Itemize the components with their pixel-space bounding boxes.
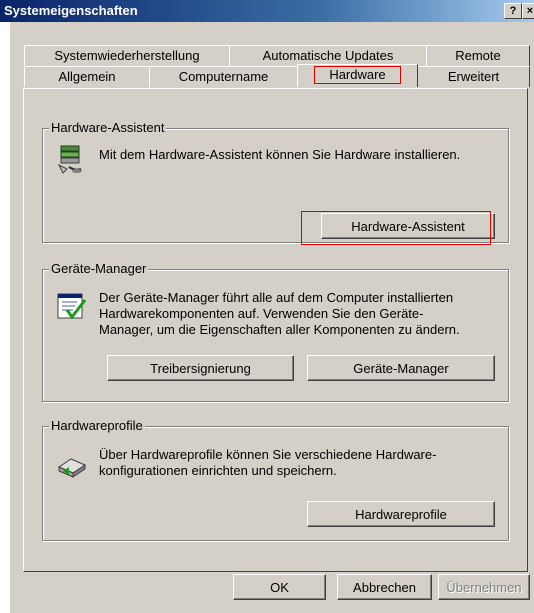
device-manager-icon [57, 293, 87, 320]
device-manager-group: Geräte-Manager Der Geräte-Manager führt … [42, 261, 509, 402]
tab-automatische-updates[interactable]: Automatische Updates [229, 45, 427, 66]
hardware-wizard-description: Mit dem Hardware-Assistent können Sie Ha… [99, 147, 461, 162]
title-bar: Systemeigenschaften ? × [0, 0, 534, 22]
hardware-wizard-highlight [301, 211, 491, 245]
driver-signing-button[interactable]: Treibersignierung [107, 355, 294, 381]
device-manager-line-2: Hardwarekomponenten auf. Verwenden Sie d… [99, 306, 424, 321]
hardware-profiles-group-title: Hardwareprofile [49, 418, 145, 433]
tab-systemwiederherstellung[interactable]: Systemwiederherstellung [24, 45, 230, 66]
tab-hardware-label: Hardware [314, 66, 401, 84]
dialog-body: Systemwiederherstellung Automatische Upd… [10, 22, 534, 613]
window-title: Systemeigenschaften [4, 3, 138, 18]
tab-allgemein[interactable]: Allgemein [24, 66, 150, 87]
device-manager-line-3: Manager, um die Eigenschaften aller Komp… [99, 322, 460, 337]
hardware-tab-panel: Hardware-Assistent Mit dem Hardware-Assi… [23, 88, 528, 572]
hardware-profiles-button[interactable]: Hardwareprofile [307, 501, 495, 527]
device-manager-group-title: Geräte-Manager [49, 261, 149, 276]
close-button[interactable]: × [522, 3, 534, 19]
cancel-button[interactable]: Abbrechen [337, 574, 432, 600]
tab-computername[interactable]: Computername [149, 66, 298, 87]
device-manager-button[interactable]: Geräte-Manager [307, 355, 495, 381]
tab-erweitert[interactable]: Erweitert [417, 66, 530, 87]
hardware-profiles-icon [57, 458, 87, 478]
tab-hardware[interactable]: Hardware [297, 64, 418, 87]
hardware-profiles-line-2: konfigurationen einrichten und speichern… [99, 463, 337, 478]
help-button[interactable]: ? [504, 3, 522, 19]
device-manager-line-1: Der Geräte-Manager führt alle auf dem Co… [99, 290, 454, 305]
hardware-profiles-group: Hardwareprofile Über Hardwareprofile kön… [42, 418, 509, 541]
hardware-profiles-line-1: Über Hardwareprofile können Sie verschie… [99, 447, 437, 462]
ok-button[interactable]: OK [233, 574, 326, 600]
apply-button[interactable]: Übernehmen [438, 574, 530, 600]
hardware-wizard-icon [57, 145, 82, 174]
hardware-wizard-group-title: Hardware-Assistent [49, 120, 167, 135]
tab-remote[interactable]: Remote [426, 45, 530, 66]
